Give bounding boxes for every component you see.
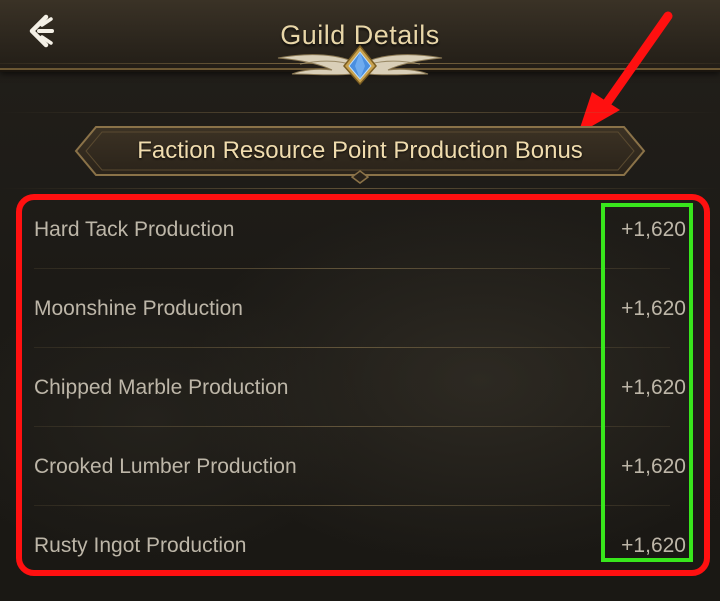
bonus-value: +1,620	[621, 455, 686, 478]
bonus-row: Hard Tack Production +1,620	[34, 190, 690, 269]
bonus-value: +1,620	[621, 218, 686, 241]
banner-ornament-icon	[351, 170, 369, 184]
bonus-label: Moonshine Production	[34, 297, 243, 320]
winged-gem-emblem-icon	[277, 44, 443, 86]
bonus-row: Chipped Marble Production +1,620	[34, 348, 690, 427]
bonus-label: Rusty Ingot Production	[34, 534, 247, 557]
bonus-value: +1,620	[621, 376, 686, 399]
section-title: Faction Resource Point Production Bonus	[137, 137, 583, 164]
banner-divider-bottom	[0, 188, 720, 189]
red-arrow-annotation-icon	[578, 11, 673, 134]
bonus-label: Crooked Lumber Production	[34, 455, 297, 478]
bonus-label: Chipped Marble Production	[34, 376, 289, 399]
bonus-row: Moonshine Production +1,620	[34, 269, 690, 348]
bonus-value: +1,620	[621, 297, 686, 320]
screen-background: Guild Details Faction Resource Point Pro…	[0, 0, 720, 601]
bonus-row: Crooked Lumber Production +1,620	[34, 427, 690, 506]
banner-divider-top	[0, 112, 720, 113]
bonus-row: Rusty Ingot Production +1,620	[34, 506, 690, 585]
bonus-value: +1,620	[621, 534, 686, 557]
bonus-label: Hard Tack Production	[34, 218, 235, 241]
